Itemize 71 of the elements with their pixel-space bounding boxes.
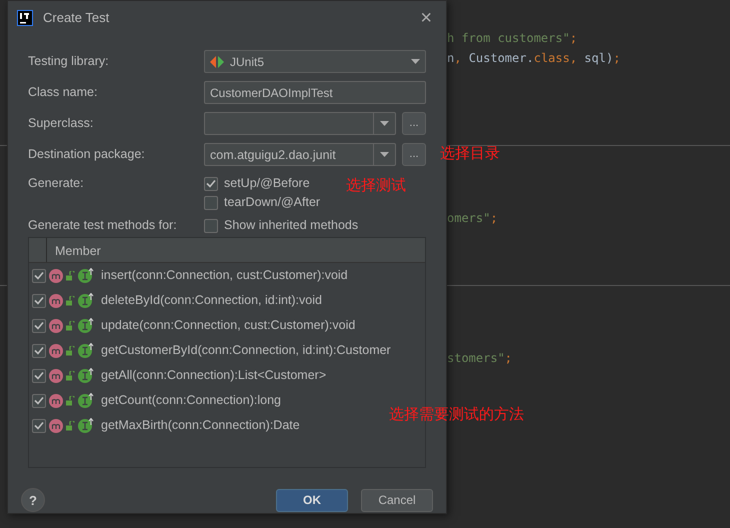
column-header: Member (54, 243, 102, 260)
checkbox-label: tearDown/@After (224, 194, 320, 212)
method-icon (49, 268, 63, 282)
checkbox[interactable] (32, 318, 46, 332)
field-label: Destination package: (28, 146, 146, 164)
unlock-icon (66, 370, 75, 380)
field-label: Superclass: (28, 115, 94, 132)
junit-icon (210, 56, 224, 68)
dropdown-arrow-icon (380, 121, 389, 126)
member-signature: insert(conn:Connection, cust:Customer):void (101, 267, 348, 284)
method-icon (49, 394, 63, 408)
unlock-icon (66, 346, 75, 356)
field-label: Generate: (28, 175, 85, 192)
member-signature: getCustomerById(conn:Connection, id:int):Customer (101, 342, 391, 360)
ok-button[interactable]: OK (276, 488, 348, 512)
combo-field[interactable]: com.atguigu2.dao.junit (204, 143, 396, 166)
unlock-icon (66, 320, 75, 330)
implements-icon (78, 293, 94, 308)
implements-icon (78, 368, 94, 383)
member-signature: getAll(conn:Connection):List<Customer> (101, 367, 326, 384)
member-signature: getCount(conn:Connection):long (101, 392, 281, 410)
checkbox-label: Show inherited methods (224, 217, 358, 234)
dropdown-arrow-icon (380, 152, 389, 157)
checkbox[interactable] (32, 268, 46, 282)
browse-button[interactable]: ... (402, 143, 426, 166)
cancel-button[interactable]: Cancel (361, 488, 433, 512)
annotation-text: 选择需要测试的方法 (389, 405, 524, 425)
method-icon (49, 344, 63, 358)
implements-icon (78, 318, 94, 333)
unlock-icon (66, 420, 75, 430)
member-signature: update(conn:Connection, cust:Customer):void (101, 317, 356, 334)
field-label: Generate test methods for: (28, 217, 178, 234)
checkbox[interactable] (204, 196, 218, 210)
checkbox[interactable] (32, 294, 46, 308)
annotation-text: 选择测试 (346, 176, 406, 196)
window-title: Create Test (43, 8, 110, 27)
checkbox[interactable] (32, 368, 46, 382)
dropdown-arrow-icon (411, 59, 420, 64)
unlock-icon (66, 270, 75, 280)
method-icon (49, 418, 63, 432)
checkbox[interactable] (204, 176, 218, 190)
method-icon (49, 318, 63, 332)
combo-field[interactable] (204, 112, 396, 135)
app-icon (17, 10, 33, 26)
implements-icon (78, 268, 94, 283)
implements-icon (78, 418, 94, 433)
method-icon (49, 368, 63, 382)
field-label: Class name: (28, 84, 98, 102)
text-field[interactable]: CustomerDAOImplTest (204, 81, 426, 104)
implements-icon (78, 393, 94, 408)
code-line: omers"; (447, 210, 498, 227)
unlock-icon (66, 396, 75, 406)
checkbox[interactable] (204, 218, 218, 232)
field-label: Testing library: (28, 53, 110, 70)
help-button[interactable]: ? (21, 488, 45, 512)
dropdown-field[interactable]: JUnit5 (204, 50, 426, 73)
checkbox-label: setUp/@Before (224, 175, 310, 192)
checkbox[interactable] (32, 418, 46, 432)
annotation-text: 选择目录 (440, 144, 500, 164)
method-icon (49, 294, 63, 308)
checkbox[interactable] (32, 344, 46, 358)
checkbox[interactable] (32, 394, 46, 408)
implements-icon (78, 343, 94, 358)
member-signature: deleteById(conn:Connection, id:int):void (101, 292, 322, 310)
browse-button[interactable]: ... (402, 112, 426, 135)
code-line: stomers"; (447, 350, 512, 367)
close-button[interactable]: × (420, 8, 432, 28)
unlock-icon (66, 296, 75, 306)
code-line: n, Customer.class, sql); (447, 50, 620, 67)
code-line: h from customers"; (447, 30, 578, 47)
member-signature: getMaxBirth(conn:Connection):Date (101, 417, 300, 434)
